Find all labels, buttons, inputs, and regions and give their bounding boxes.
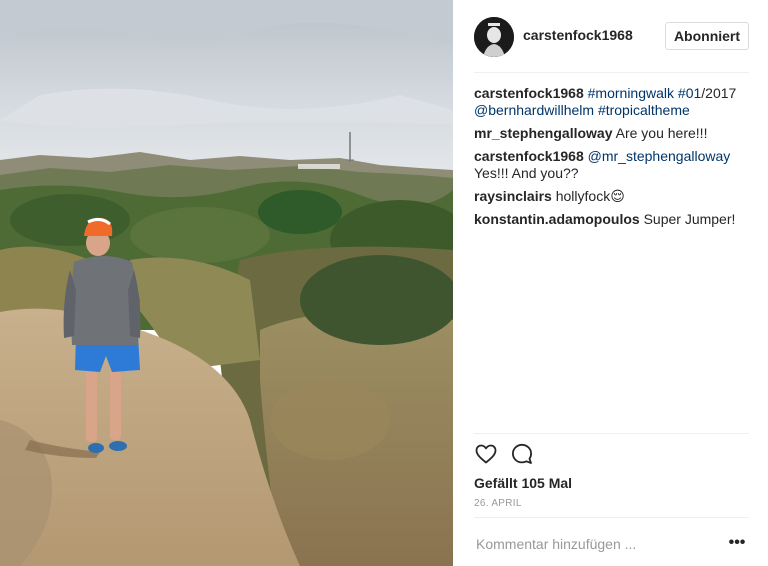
photo-scene	[0, 0, 453, 566]
caption-username[interactable]: carstenfock1968	[474, 85, 584, 101]
comment-username[interactable]: raysinclairs	[474, 188, 552, 204]
heart-icon	[475, 444, 497, 464]
divider	[474, 517, 749, 518]
like-button[interactable]	[474, 442, 498, 466]
instagram-post: carstenfock1968 Abonniert carstenfock196…	[0, 0, 768, 566]
caption-hashtag-01[interactable]: #01	[678, 85, 701, 101]
comment-text: Are you here!!!	[615, 125, 708, 141]
avatar-image	[474, 17, 514, 57]
post-side-panel: carstenfock1968 Abonniert carstenfock196…	[453, 0, 768, 566]
comment-username[interactable]: carstenfock1968	[474, 148, 584, 164]
post-date[interactable]: 26. APRIL	[474, 498, 522, 509]
divider	[474, 433, 749, 434]
comment-list: carstenfock1968 #morningwalk #01/2017 @b…	[474, 85, 749, 234]
header-username[interactable]: carstenfock1968	[523, 27, 633, 43]
comment-text: Yes!!! And you??	[474, 165, 579, 181]
comment-item: carstenfock1968 @mr_stephengalloway Yes!…	[474, 148, 749, 182]
comment-username[interactable]: mr_stephengalloway	[474, 125, 613, 141]
comment-item: konstantin.adamopoulos Super Jumper!	[474, 211, 749, 228]
post-header: carstenfock1968 Abonniert	[453, 0, 768, 72]
comment-username[interactable]: konstantin.adamopoulos	[474, 211, 640, 227]
comment-button[interactable]	[510, 442, 534, 466]
comment-icon	[512, 443, 532, 464]
divider	[474, 72, 749, 73]
caption-mention-bernhardwillhelm[interactable]: @bernhardwillhelm	[474, 102, 594, 118]
comment-item: mr_stephengalloway Are you here!!!	[474, 125, 749, 142]
caption-hashtag-morningwalk[interactable]: #morningwalk	[588, 85, 674, 101]
comment-input[interactable]	[476, 536, 706, 552]
post-photo[interactable]	[0, 0, 453, 566]
like-count[interactable]: Gefällt 105 Mal	[474, 475, 572, 491]
comment-mention[interactable]: @mr_stephengalloway	[588, 148, 731, 164]
avatar[interactable]	[474, 17, 514, 57]
comment-text: hollyfock😌	[555, 188, 625, 204]
follow-button[interactable]: Abonniert	[665, 22, 749, 50]
action-bar	[474, 442, 534, 468]
more-options-button[interactable]: •••	[725, 531, 749, 555]
comment-item: raysinclairs hollyfock😌	[474, 188, 749, 205]
caption-hashtag-tropicaltheme[interactable]: #tropicaltheme	[598, 102, 690, 118]
comment-text: Super Jumper!	[643, 211, 736, 227]
caption: carstenfock1968 #morningwalk #01/2017 @b…	[474, 85, 749, 119]
caption-text-year: /2017	[701, 85, 737, 101]
